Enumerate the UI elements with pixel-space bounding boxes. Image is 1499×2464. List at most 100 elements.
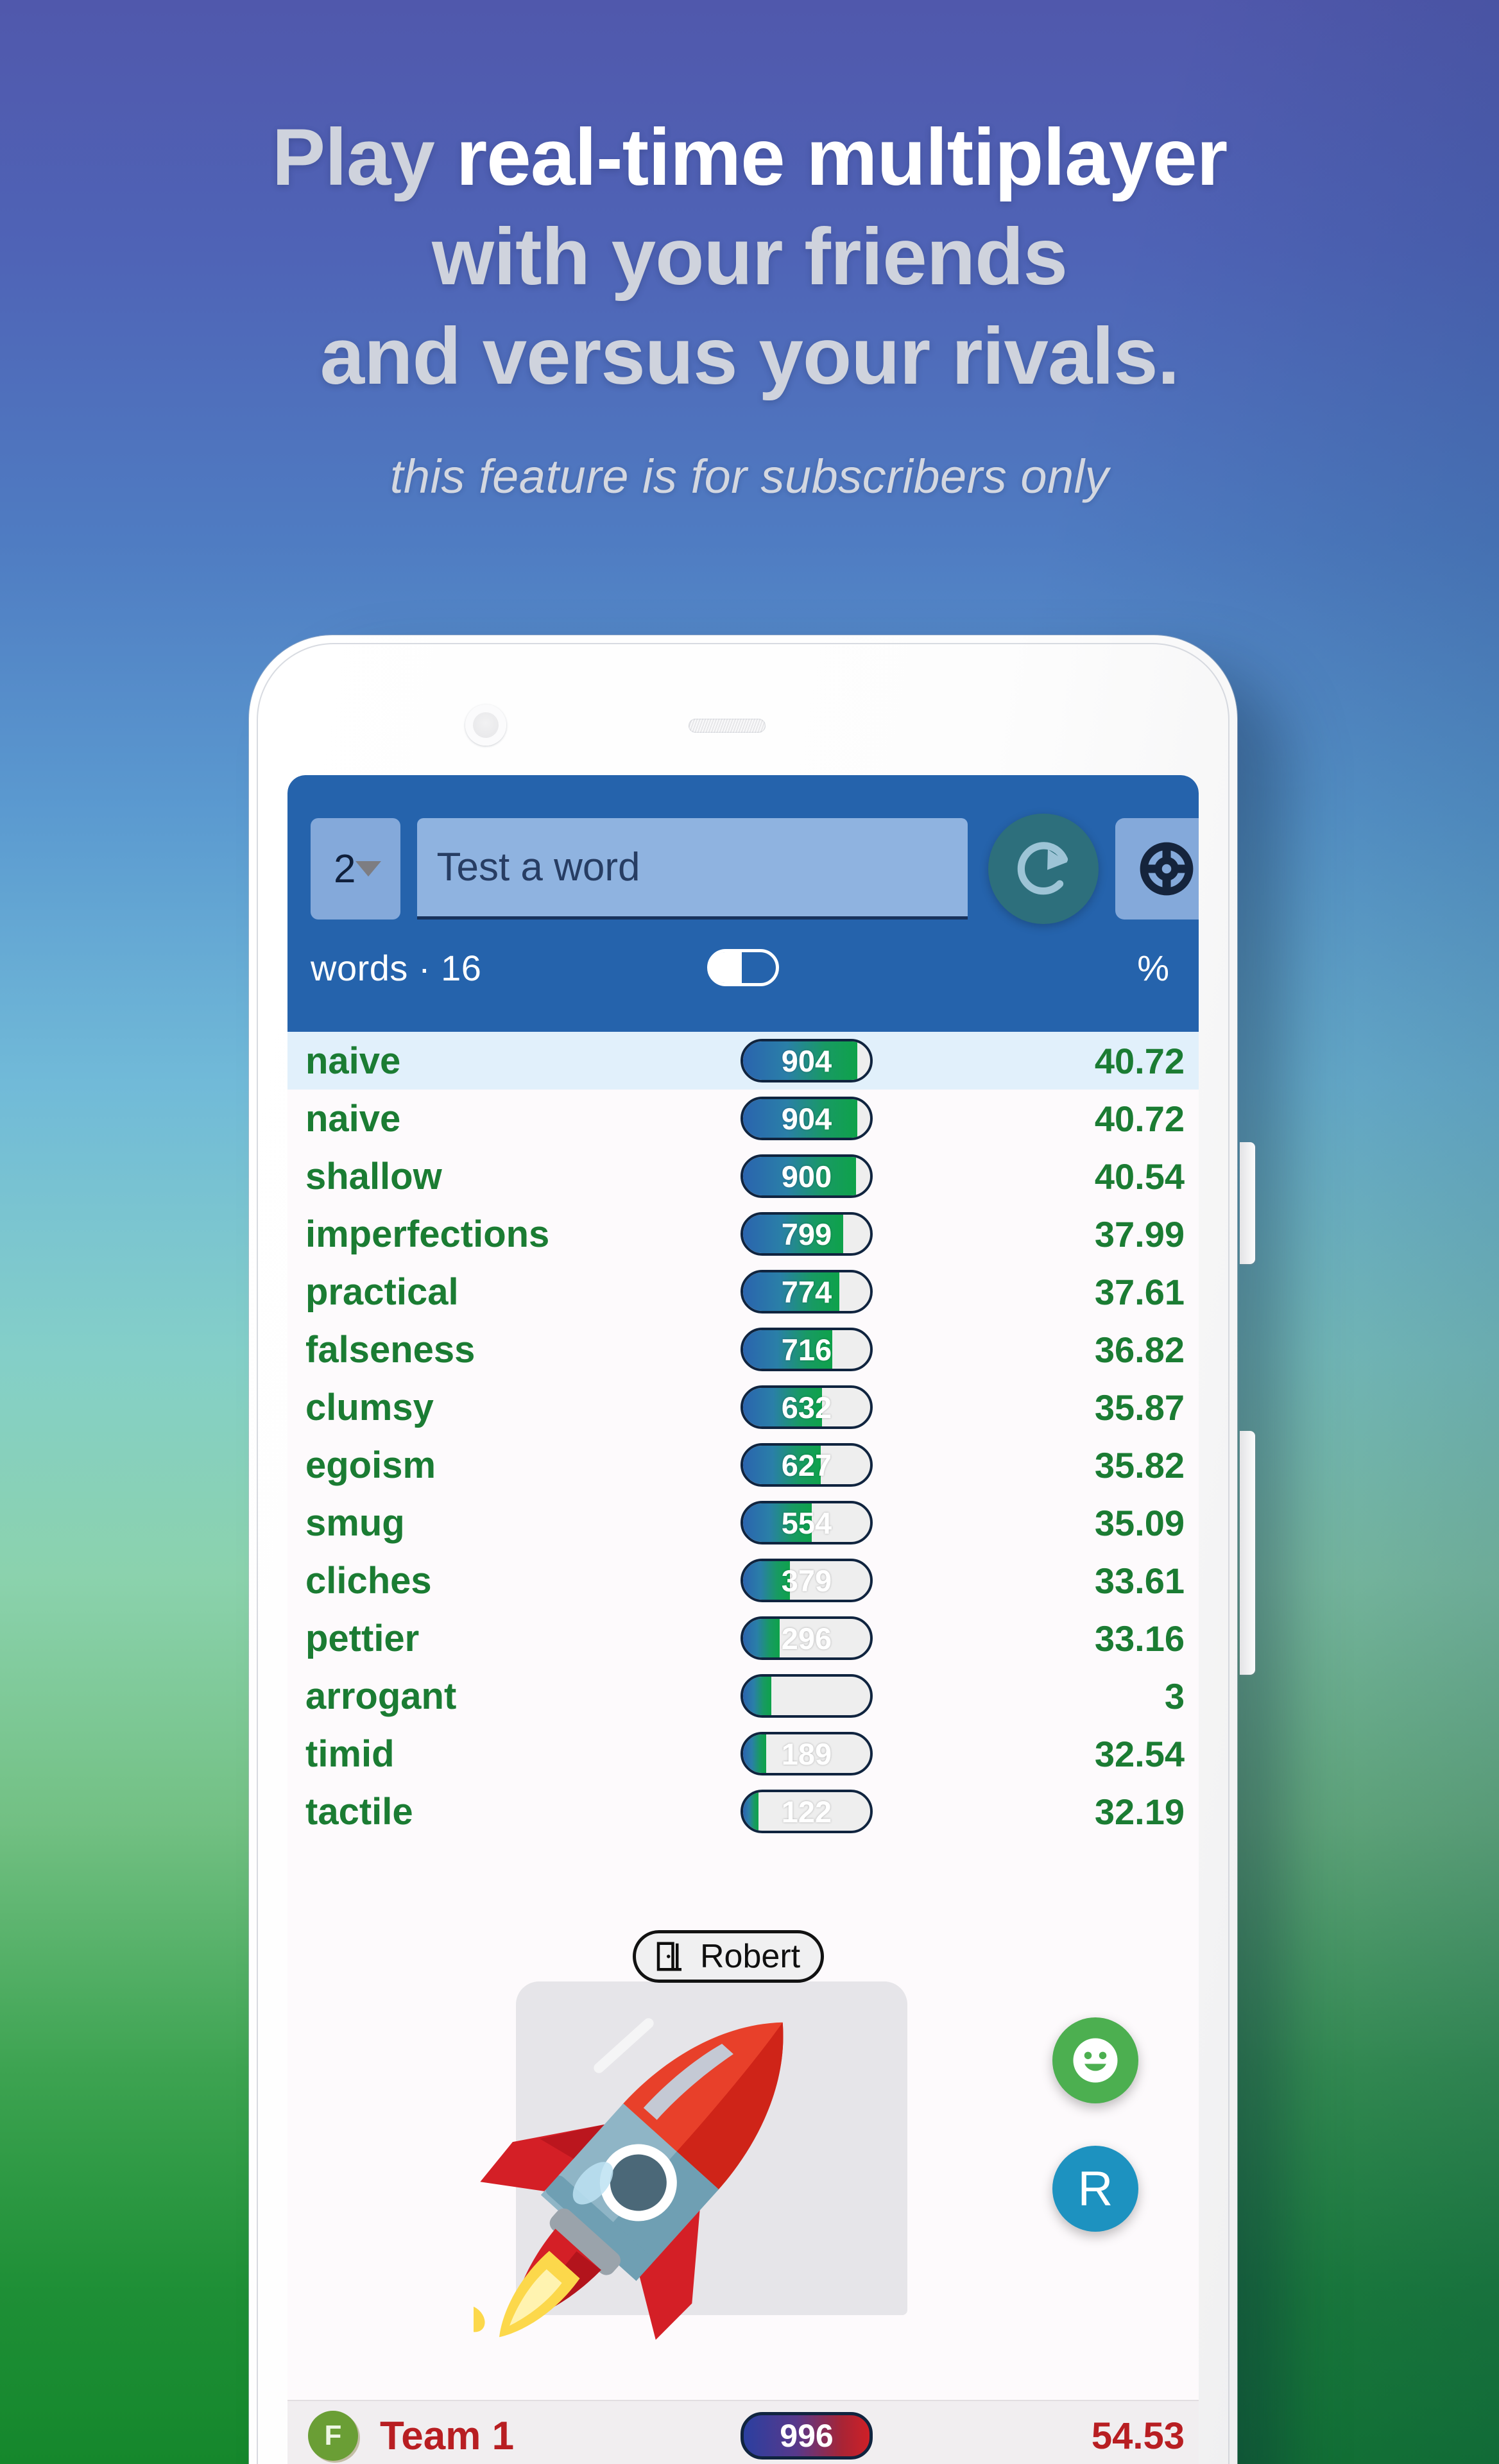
front-camera-icon <box>465 705 506 746</box>
word-row[interactable]: timid 189 32.54 <box>287 1725 1199 1783</box>
chevron-down-icon <box>355 861 382 877</box>
headline-lead: Play <box>271 113 456 202</box>
word-row[interactable]: clumsy 632 35.87 <box>287 1378 1199 1436</box>
score-value: 554 <box>781 1505 832 1540</box>
score-bar-track <box>741 1674 873 1718</box>
toolbar-status-row: words · 16 % <box>311 929 1176 1006</box>
word-label: egoism <box>305 1444 436 1486</box>
word-label: cliches <box>305 1559 432 1602</box>
score-bar-track: 632 <box>741 1385 873 1429</box>
score-bar: 904 <box>741 1039 873 1082</box>
score-bar: 554 <box>741 1501 873 1544</box>
score-bar-track: 379 <box>741 1559 873 1602</box>
score-bar: 900 <box>741 1154 873 1198</box>
score-bar-track: 554 <box>741 1501 873 1544</box>
score-value: 904 <box>781 1043 832 1078</box>
word-row[interactable]: arrogant 3 <box>287 1667 1199 1725</box>
score-value <box>743 1677 870 1715</box>
word-label: shallow <box>305 1155 442 1197</box>
score-bar-track: 799 <box>741 1212 873 1256</box>
word-label: naive <box>305 1097 401 1140</box>
word-label: naive <box>305 1040 401 1082</box>
word-label: falseness <box>305 1328 475 1371</box>
score-bar-track: 904 <box>741 1039 873 1082</box>
word-label: pettier <box>305 1617 420 1659</box>
search-input[interactable] <box>417 818 968 920</box>
score-bar-track: 900 <box>741 1154 873 1198</box>
earpiece-speaker-icon <box>689 719 766 733</box>
rocket-illustration <box>474 2022 784 2340</box>
percent-value: 35.82 <box>1094 1444 1185 1485</box>
word-label: practical <box>305 1270 459 1313</box>
player-name-chip[interactable]: Robert <box>633 1930 825 1983</box>
word-row[interactable]: tactile 122 32.19 <box>287 1783 1199 1840</box>
word-row[interactable]: naive 904 40.72 <box>287 1090 1199 1147</box>
smiley-face-icon <box>1073 2038 1118 2083</box>
score-bar: 799 <box>741 1212 873 1256</box>
score-value: 122 <box>781 1794 832 1829</box>
score-bar <box>741 1674 873 1718</box>
score-bar-track: 716 <box>741 1328 873 1371</box>
word-list[interactable]: naive 904 40.72 naive 904 40.72 shallow 900 40.5… <box>287 1032 1199 1840</box>
team-score-value: 996 <box>741 2412 873 2460</box>
percent-column-header: % <box>1137 947 1169 988</box>
promo-banner: Play real-time multiplayer with your fri… <box>0 0 1499 2464</box>
score-value: 189 <box>781 1736 832 1771</box>
score-bar: 904 <box>741 1097 873 1140</box>
score-value: 379 <box>781 1563 832 1598</box>
word-row[interactable]: egoism 627 35.82 <box>287 1436 1199 1494</box>
emoji-fab-button[interactable] <box>1052 2017 1138 2103</box>
percent-value: 32.19 <box>1094 1791 1185 1832</box>
app-toolbar: 2 Test a word words · 16 % <box>287 775 1199 1032</box>
player-name-label: Robert <box>700 1938 801 1975</box>
percent-value: 40.72 <box>1094 1040 1185 1081</box>
word-row[interactable]: pettier 296 33.16 <box>287 1609 1199 1667</box>
score-bar-track: 122 <box>741 1790 873 1833</box>
score-value: 632 <box>781 1390 832 1425</box>
percent-value: 3 <box>1164 1675 1185 1716</box>
page-title: Play real-time multiplayer with your fri… <box>0 108 1499 406</box>
team-summary-row[interactable]: F Team 1 996 54.53 <box>287 2400 1199 2464</box>
refresh-button[interactable] <box>988 814 1099 924</box>
score-bar-track: 296 <box>741 1616 873 1660</box>
score-bar: 189 <box>741 1732 873 1775</box>
percent-value: 40.72 <box>1094 1098 1185 1139</box>
phone-power-button[interactable] <box>1240 1431 1255 1675</box>
percent-value: 33.61 <box>1094 1560 1185 1601</box>
toggle-knob <box>710 952 742 983</box>
toolbar-controls-row: 2 <box>311 814 1199 924</box>
word-row[interactable]: practical 774 37.61 <box>287 1263 1199 1321</box>
word-count-select[interactable]: 2 <box>311 818 401 920</box>
lifebuoy-wheel-icon <box>1140 842 1194 896</box>
score-value: 296 <box>781 1621 832 1656</box>
team-name-label: Team 1 <box>380 2413 515 2458</box>
view-mode-toggle[interactable] <box>707 949 779 986</box>
word-label: clumsy <box>305 1386 434 1428</box>
score-bar: 632 <box>741 1385 873 1429</box>
words-count-label: words · 16 <box>311 947 482 988</box>
score-value: 627 <box>781 1448 832 1482</box>
user-fab-button[interactable]: R <box>1052 2146 1138 2232</box>
word-row[interactable]: imperfections 799 37.99 <box>287 1205 1199 1263</box>
word-row[interactable]: smug 554 35.09 <box>287 1494 1199 1552</box>
word-label: arrogant <box>305 1675 457 1717</box>
score-bar: 774 <box>741 1270 873 1313</box>
percent-value: 32.54 <box>1094 1733 1185 1774</box>
score-bar: 627 <box>741 1443 873 1487</box>
settings-button[interactable] <box>1115 818 1199 920</box>
word-row[interactable]: cliches 379 33.61 <box>287 1552 1199 1609</box>
phone-volume-button[interactable] <box>1240 1142 1255 1264</box>
percent-value: 37.99 <box>1094 1213 1185 1254</box>
app-screen: 2 Test a word words · 16 % naive 904 40.… <box>287 775 1199 2464</box>
subtitle: this feature is for subscribers only <box>390 450 1109 503</box>
score-bar-track: 189 <box>741 1732 873 1775</box>
word-label: imperfections <box>305 1213 550 1255</box>
percent-value: 33.16 <box>1094 1618 1185 1659</box>
score-value: 716 <box>781 1332 832 1367</box>
score-bar-track: 627 <box>741 1443 873 1487</box>
word-row[interactable]: shallow 900 40.54 <box>287 1147 1199 1205</box>
word-label: smug <box>305 1502 405 1544</box>
word-row[interactable]: naive 904 40.72 <box>287 1032 1199 1090</box>
score-bar: 716 <box>741 1328 873 1371</box>
word-row[interactable]: falseness 716 36.82 <box>287 1321 1199 1378</box>
